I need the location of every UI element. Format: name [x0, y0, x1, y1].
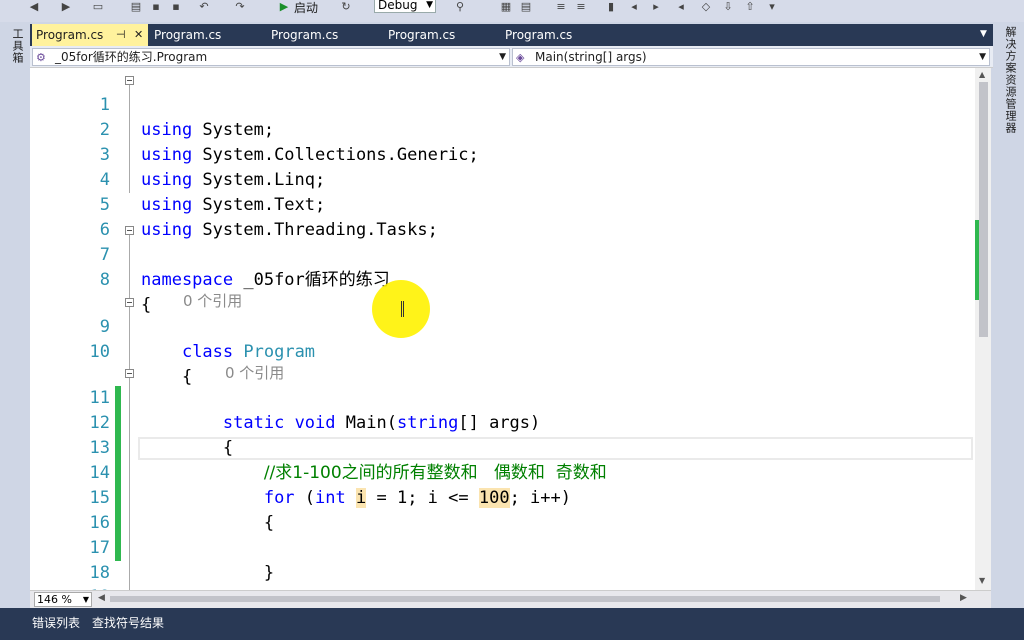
code-line-17: 17 } — [30, 511, 975, 583]
code-line-3: 3 using System.Linq; — [30, 118, 975, 190]
tab-find-symbol-results[interactable]: 查找符号结果 — [92, 614, 164, 631]
tab-program-cs-5[interactable]: Program.cs — [501, 24, 616, 46]
code-line-11: 11 static void Main(string[] args) — [30, 361, 975, 433]
undo-icon[interactable]: ↶ — [198, 1, 210, 13]
code-line-6: 6 — [30, 193, 975, 240]
codelens-hint-method[interactable]: 0 个引用 — [30, 340, 975, 382]
chevron-down-icon: ▼ — [82, 595, 89, 604]
code-line-2: 2 using System.Collections.Generic; — [30, 93, 975, 165]
pin-icon[interactable]: ⊣ — [116, 24, 126, 46]
tab-overflow-icon[interactable]: ▼ — [980, 29, 987, 39]
chevron-down-icon: ▼ — [499, 52, 506, 62]
left-tool-rail: 工具箱 — [0, 22, 30, 608]
right-tool-rail: 解决方案资源管理器 — [993, 22, 1024, 608]
tab-label: Program.cs — [271, 28, 339, 42]
member-scope-value: Main(string[] args) — [535, 50, 647, 64]
tab-error-list[interactable]: 错误列表 — [32, 614, 80, 631]
clear-bookmark-icon[interactable]: ◂ — [675, 1, 687, 13]
move-down-icon[interactable]: ⇩ — [722, 1, 734, 13]
code-line-15: 15 { — [30, 461, 975, 533]
solution-config-value: Debug — [378, 0, 418, 12]
prev-bookmark-icon[interactable]: ◂ — [628, 1, 640, 13]
uncomment-icon[interactable]: ≡ — [575, 1, 587, 13]
type-scope-dropdown[interactable]: ⚙ _05for循环的练习.Program ▼ — [32, 48, 510, 66]
zoom-value: 146 % — [37, 593, 72, 606]
tab-label: Program.cs — [505, 28, 573, 42]
tab-program-cs-1[interactable]: Program.cs ⊣ ✕ — [32, 24, 148, 46]
fold-toggle-icon[interactable] — [125, 76, 134, 85]
code-line-16: 16 — [30, 486, 975, 533]
type-scope-value: _05for循环的练习.Program — [55, 50, 208, 64]
zoom-select[interactable]: 146 % ▼ — [34, 592, 92, 607]
member-scope-dropdown[interactable]: ◈ Main(string[] args) ▼ — [512, 48, 990, 66]
toolbox-tab[interactable]: 工具箱 — [9, 28, 25, 64]
fold-toggle-icon[interactable] — [125, 226, 134, 235]
code-line-5: 5 using System.Threading.Tasks; — [30, 168, 975, 240]
code-editor[interactable]: 1 using System; 2 using System.Collectio… — [30, 68, 991, 590]
nav-icon[interactable]: ▦ — [500, 1, 512, 13]
class-icon: ⚙ — [36, 51, 46, 64]
navigation-bar: ⚙ _05for循环的练习.Program ▼ ◈ Main(string[] … — [30, 46, 993, 68]
code-line-12: 12 { — [30, 386, 975, 458]
toolbar: ◀ ▶ ▭ ▤ ▪ ▪ ↶ ↷ ▶ 启动 ↻ Debug ▼ ⚲ ▦ ▤ ≡ ≡… — [0, 0, 1024, 22]
code-line-4: 4 using System.Text; — [30, 143, 975, 215]
text-cursor-icon — [401, 301, 404, 317]
scrollbar-change-marker — [975, 220, 979, 300]
start-button[interactable]: 启动 — [294, 0, 318, 16]
code-line-10: 10 { — [30, 315, 975, 387]
document-tabs: Program.cs ⊣ ✕ Program.cs Program.cs Pro… — [30, 24, 993, 46]
move-up-icon[interactable]: ⇧ — [744, 1, 756, 13]
next-bookmark-icon[interactable]: ▸ — [650, 1, 662, 13]
codelens-hint-class[interactable]: 0 个引用 — [30, 268, 975, 310]
vertical-scroll-thumb[interactable] — [979, 82, 988, 337]
save-icon[interactable]: ▪ — [150, 1, 162, 13]
start-icon[interactable]: ▶ — [278, 1, 290, 13]
toolbar-overflow-icon[interactable]: ▾ — [766, 1, 778, 13]
tab-program-cs-4[interactable]: Program.cs — [384, 24, 499, 46]
open-file-icon[interactable]: ▤ — [130, 1, 142, 13]
chevron-down-icon: ▼ — [979, 52, 986, 62]
code-line-8: 8 { — [30, 243, 975, 315]
code-line-13: 13 //求1-100之间的所有整数和 偶数和 奇数和 — [30, 411, 975, 483]
tab-label: Program.cs — [36, 28, 104, 42]
editor-status-row: 146 % ▼ ◀ ▶ — [30, 590, 991, 608]
forward-icon[interactable]: ▶ — [60, 1, 72, 13]
refresh-icon[interactable]: ↻ — [340, 1, 352, 13]
new-file-icon[interactable]: ▭ — [92, 1, 104, 13]
scroll-up-icon[interactable]: ▲ — [979, 70, 985, 79]
solution-explorer-tab[interactable]: 解决方案资源管理器 — [1002, 26, 1018, 134]
horizontal-scroll-thumb[interactable] — [110, 596, 940, 602]
tab-label: Program.cs — [154, 28, 222, 42]
tab-program-cs-2[interactable]: Program.cs — [150, 24, 265, 46]
save-all-icon[interactable]: ▪ — [170, 1, 182, 13]
tab-program-cs-3[interactable]: Program.cs — [267, 24, 382, 46]
tab-label: Program.cs — [388, 28, 456, 42]
comment-icon[interactable]: ≡ — [555, 1, 567, 13]
file-icon[interactable]: ▤ — [520, 1, 532, 13]
code-line-14: 14 for (int i = 1; i <= 100; i++) — [30, 436, 975, 508]
fold-toggle-icon[interactable] — [125, 298, 134, 307]
code-line-9: 9 class Program — [30, 290, 975, 362]
scroll-left-icon[interactable]: ◀ — [98, 593, 105, 603]
close-icon[interactable]: ✕ — [134, 24, 143, 46]
code-line-19: 19 } — [30, 560, 975, 590]
redo-icon[interactable]: ↷ — [234, 1, 246, 13]
scroll-right-icon[interactable]: ▶ — [960, 593, 967, 603]
bookmark-icon[interactable]: ▮ — [605, 1, 617, 13]
publish-icon[interactable]: ◇ — [700, 1, 712, 13]
method-icon: ◈ — [516, 51, 525, 64]
scroll-down-icon[interactable]: ▼ — [979, 576, 985, 585]
back-icon[interactable]: ◀ — [28, 1, 40, 13]
code-line-18: 18 — [30, 536, 975, 583]
chevron-down-icon: ▼ — [426, 0, 433, 10]
code-area[interactable]: 1 using System; 2 using System.Collectio… — [30, 68, 975, 590]
code-line-1: 1 using System; — [30, 68, 975, 140]
find-icon[interactable]: ⚲ — [454, 1, 466, 13]
fold-toggle-icon[interactable] — [125, 369, 134, 378]
bottom-tool-tabs: 错误列表 查找符号结果 — [0, 608, 1024, 640]
code-line-7: 7 namespace _05for循环的练习 — [30, 218, 975, 290]
solution-config-select[interactable]: Debug ▼ — [374, 0, 436, 13]
